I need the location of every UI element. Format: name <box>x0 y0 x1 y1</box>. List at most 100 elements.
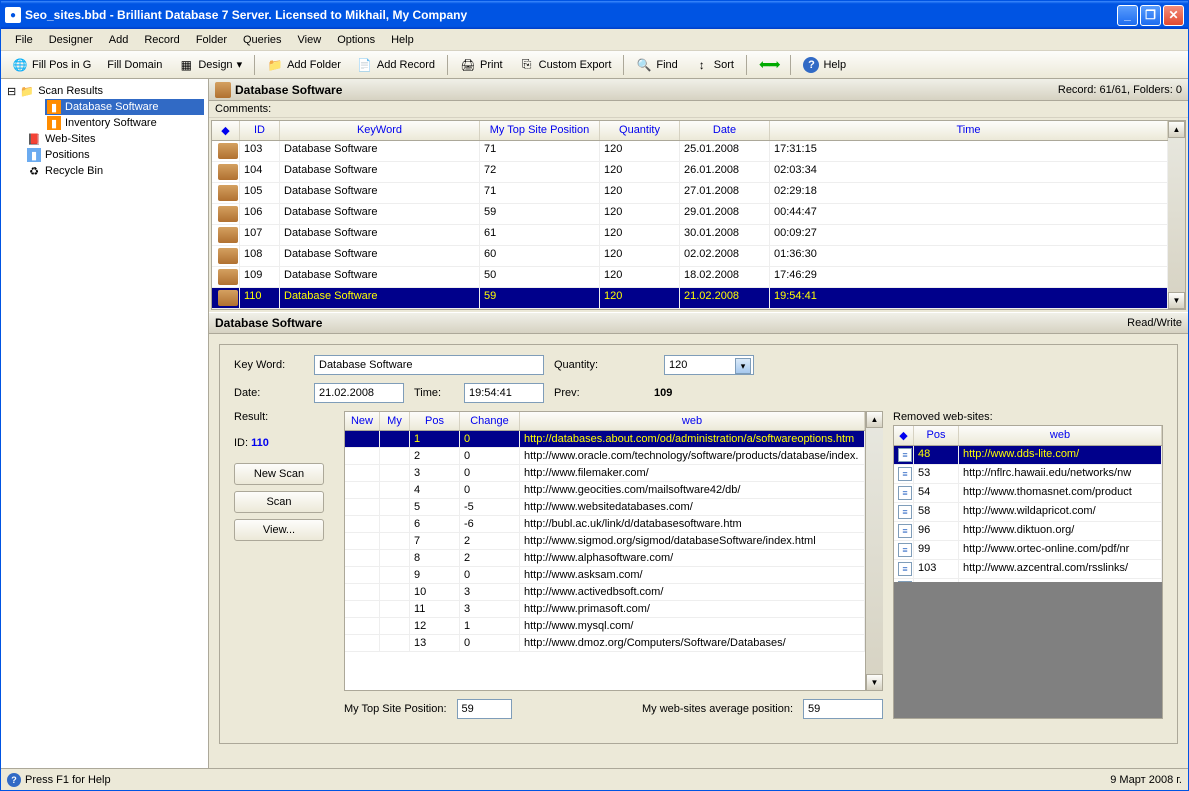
avgpos-input[interactable] <box>803 699 883 719</box>
tree-positions[interactable]: ▮Positions <box>25 147 204 163</box>
list-item[interactable]: 90http://www.asksam.com/ <box>345 567 865 584</box>
table-row[interactable]: 110Database Software5912021.02.200819:54… <box>212 288 1168 309</box>
result-label: Result: <box>234 411 268 423</box>
tree-websites[interactable]: 📕Web-Sites <box>25 131 204 147</box>
keyword-label: Key Word: <box>234 359 304 371</box>
list-item[interactable]: 82http://www.alphasoftware.com/ <box>345 550 865 567</box>
col-position[interactable]: My Top Site Position <box>480 121 600 140</box>
list-item[interactable]: 113http://www.primasoft.com/ <box>345 601 865 618</box>
menu-file[interactable]: File <box>7 32 41 48</box>
list-item[interactable]: 40http://www.geocities.com/mailsoftware4… <box>345 482 865 499</box>
menu-help[interactable]: Help <box>383 32 422 48</box>
help-icon: ? <box>803 57 819 73</box>
menu-designer[interactable]: Designer <box>41 32 101 48</box>
table-row[interactable]: 107Database Software6112030.01.200800:09… <box>212 225 1168 246</box>
results-scrollbar[interactable]: ▲ ▼ <box>866 411 883 691</box>
list-item[interactable]: 20http://www.oracle.com/technology/softw… <box>345 448 865 465</box>
readwrite-label: Read/Write <box>1127 317 1182 329</box>
col-marker[interactable]: ◆ <box>212 121 240 140</box>
scroll-up-icon[interactable]: ▲ <box>1168 121 1185 138</box>
scroll-down-icon[interactable]: ▼ <box>1168 292 1185 309</box>
col-time[interactable]: Time <box>770 121 1168 140</box>
fill-domain-button[interactable]: Fill Domain <box>100 56 169 74</box>
col-new[interactable]: New <box>345 412 380 430</box>
tree-root[interactable]: ⊟📁Scan Results <box>5 83 204 99</box>
list-item[interactable]: 72http://www.sigmod.org/sigmod/databaseS… <box>345 533 865 550</box>
custom-export-button[interactable]: ⎘Custom Export <box>512 54 619 76</box>
col-pos-r[interactable]: Pos <box>410 412 460 430</box>
keyword-input[interactable] <box>314 355 544 375</box>
list-item[interactable]: ≡54http://www.thomasnet.com/product <box>894 484 1162 503</box>
quantity-combo[interactable]: 120 <box>664 355 754 375</box>
table-row[interactable]: 108Database Software6012002.02.200801:36… <box>212 246 1168 267</box>
print-button[interactable]: 🖨Print <box>453 54 510 76</box>
sort-icon: ↕ <box>694 57 710 73</box>
detail-panel: Key Word: Quantity: 120 Date: Time: Prev… <box>209 334 1188 768</box>
list-item[interactable]: ≡96http://www.diktuon.org/ <box>894 522 1162 541</box>
fill-pos-button[interactable]: 🌐Fill Pos in G <box>5 54 98 76</box>
list-item[interactable]: 130http://www.dmoz.org/Computers/Softwar… <box>345 635 865 652</box>
menu-options[interactable]: Options <box>329 32 383 48</box>
col-id[interactable]: ID <box>240 121 280 140</box>
col-quantity[interactable]: Quantity <box>600 121 680 140</box>
menu-folder[interactable]: Folder <box>188 32 235 48</box>
col-date[interactable]: Date <box>680 121 770 140</box>
status-date: 9 Март 2008 г. <box>1110 774 1182 786</box>
add-folder-button[interactable]: 📁Add Folder <box>260 54 348 76</box>
menu-record[interactable]: Record <box>136 32 187 48</box>
view-button[interactable]: View... <box>234 519 324 541</box>
col-web-rm[interactable]: web <box>959 426 1162 445</box>
list-item[interactable]: 121http://www.mysql.com/ <box>345 618 865 635</box>
avgpos-label: My web-sites average position: <box>642 703 793 715</box>
find-button[interactable]: 🔍Find <box>629 54 684 76</box>
list-item[interactable]: ≡58http://www.wildapricot.com/ <box>894 503 1162 522</box>
menu-queries[interactable]: Queries <box>235 32 290 48</box>
date-input[interactable] <box>314 383 404 403</box>
menu-bar: File Designer Add Record Folder Queries … <box>1 29 1188 51</box>
new-scan-button[interactable]: New Scan <box>234 463 324 485</box>
time-input[interactable] <box>464 383 544 403</box>
list-item[interactable]: 30http://www.filemaker.com/ <box>345 465 865 482</box>
tree-inventory-software[interactable]: ▮Inventory Software <box>45 115 204 131</box>
table-row[interactable]: 104Database Software7212026.01.200802:03… <box>212 162 1168 183</box>
col-keyword[interactable]: KeyWord <box>280 121 480 140</box>
tree-database-software[interactable]: ▮Database Software <box>45 99 204 115</box>
design-button[interactable]: ▦Design▾ <box>171 54 249 76</box>
menu-add[interactable]: Add <box>101 32 137 48</box>
nav-arrows[interactable]: ⬅➡ <box>752 53 785 76</box>
scroll-up-icon[interactable]: ▲ <box>866 411 883 428</box>
add-record-button[interactable]: 📄Add Record <box>350 54 442 76</box>
col-change[interactable]: Change <box>460 412 520 430</box>
help-button[interactable]: ?Help <box>796 54 853 76</box>
records-scrollbar[interactable]: ▲ ▼ <box>1168 121 1185 309</box>
tree-recycle[interactable]: ♻Recycle Bin <box>25 163 204 179</box>
scroll-down-icon[interactable]: ▼ <box>866 674 883 691</box>
table-row[interactable]: 105Database Software7112027.01.200802:29… <box>212 183 1168 204</box>
toppos-input[interactable] <box>457 699 512 719</box>
maximize-button[interactable]: ❐ <box>1140 5 1161 26</box>
col-marker-rm[interactable]: ◆ <box>894 426 914 445</box>
list-item[interactable]: 6-6http://bubl.ac.uk/link/d/databasesoft… <box>345 516 865 533</box>
minimize-button[interactable]: _ <box>1117 5 1138 26</box>
list-item[interactable]: ≡103http://www.azcentral.com/rsslinks/ <box>894 560 1162 579</box>
col-web[interactable]: web <box>520 412 865 430</box>
close-button[interactable]: ✕ <box>1163 5 1184 26</box>
list-item[interactable]: 10http://databases.about.com/od/administ… <box>345 431 865 448</box>
list-item[interactable]: ≡53http://nflrc.hawaii.edu/networks/nw <box>894 465 1162 484</box>
table-row[interactable]: 103Database Software7112025.01.200817:31… <box>212 141 1168 162</box>
scan-button[interactable]: Scan <box>234 491 324 513</box>
table-row[interactable]: 106Database Software5912029.01.200800:44… <box>212 204 1168 225</box>
list-item[interactable]: 5-5http://www.websitedatabases.com/ <box>345 499 865 516</box>
list-item[interactable]: ≡99http://www.ortec-online.com/pdf/nr <box>894 541 1162 560</box>
list-item[interactable]: 103http://www.activedbsoft.com/ <box>345 584 865 601</box>
col-my[interactable]: My <box>380 412 410 430</box>
app-icon: ● <box>5 7 21 23</box>
col-pos-rm[interactable]: Pos <box>914 426 959 445</box>
sort-button[interactable]: ↕Sort <box>687 54 741 76</box>
list-item[interactable]: ≡48http://www.dds-lite.com/ <box>894 446 1162 465</box>
menu-view[interactable]: View <box>290 32 330 48</box>
table-row[interactable]: 109Database Software5012018.02.200817:46… <box>212 267 1168 288</box>
collapse-icon[interactable]: ⊟ <box>7 85 16 98</box>
recycle-icon: ♻ <box>27 164 41 178</box>
title-bar[interactable]: ● Seo_sites.bbd - Brilliant Database 7 S… <box>1 1 1188 29</box>
